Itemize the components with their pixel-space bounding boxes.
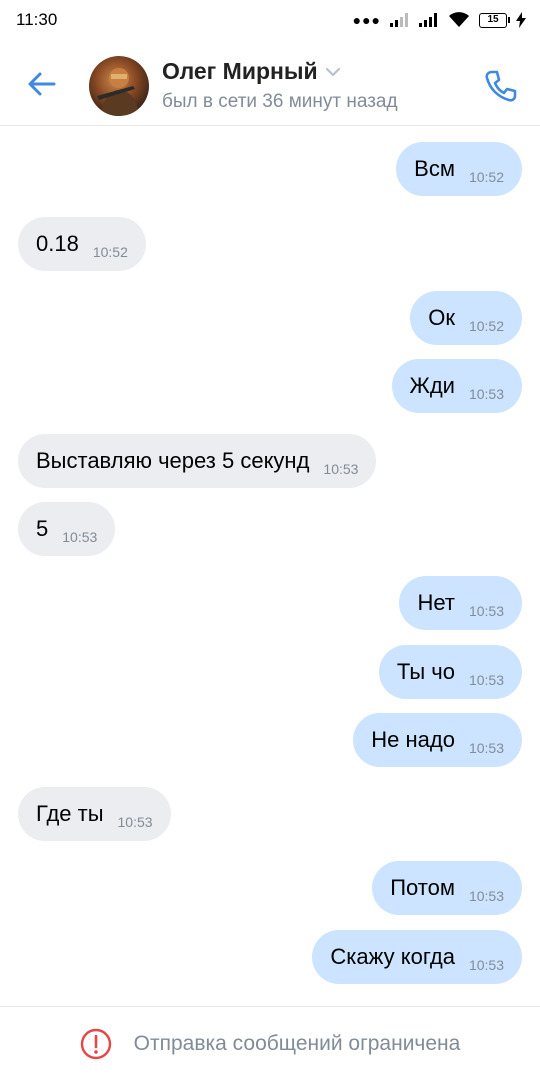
message-time: 10:53	[323, 461, 359, 477]
warning-icon	[80, 1028, 111, 1059]
message-time: 10:53	[468, 888, 504, 904]
message-bubble-out[interactable]: Всм 10:52	[396, 142, 522, 196]
message-text: Выставляю через 5 секунд	[36, 448, 310, 473]
message-time: 10:53	[468, 603, 504, 619]
message-time: 10:53	[62, 529, 98, 545]
message-text: Ок	[428, 305, 455, 330]
chevron-down-icon[interactable]	[325, 67, 340, 77]
more-dots-icon: ●●●	[352, 12, 381, 28]
message-bubble-out[interactable]: Не надо 10:53	[353, 713, 522, 767]
message-time: 10:53	[117, 814, 153, 830]
message-feed[interactable]: Всм 10:52 0.18 10:52 Ок 10:52 Жди 10:53 …	[0, 126, 540, 1006]
status-time: 11:30	[16, 10, 58, 29]
signal-icon-1	[390, 13, 408, 27]
avatar[interactable]	[89, 56, 149, 116]
message-bubble-in[interactable]: 0.18 10:52	[18, 217, 146, 271]
back-arrow-icon[interactable]	[24, 66, 60, 102]
restriction-text: Отправка сообщений ограничена	[133, 1031, 461, 1055]
message-text: Нет	[417, 590, 455, 615]
contact-name-text: Олег Мирный	[162, 58, 318, 84]
contact-status: был в сети 36 минут назад	[162, 91, 398, 112]
message-bubble-in[interactable]: Выставляю через 5 секунд 10:53	[18, 434, 377, 488]
wifi-icon	[449, 12, 469, 27]
message-bubble-out[interactable]: Нет 10:53	[399, 576, 522, 630]
message-text: Всм	[414, 156, 455, 181]
signal-icon-2	[419, 13, 437, 27]
avatar-image	[97, 68, 139, 116]
battery-icon: 15	[479, 12, 510, 28]
message-text: 0.18	[36, 231, 79, 256]
message-time: 10:53	[468, 740, 504, 756]
phone-call-icon[interactable]	[480, 66, 520, 106]
status-icons: ●●● 15	[353, 12, 526, 28]
message-bubble-in[interactable]: Где ты 10:53	[18, 787, 171, 841]
status-bar: 11:30 ●●● 15	[0, 0, 540, 40]
message-text: Ты чо	[396, 659, 455, 684]
message-time: 10:53	[468, 672, 504, 688]
restriction-banner: Отправка сообщений ограничена	[0, 1006, 540, 1080]
message-bubble-out[interactable]: Ок 10:52	[410, 291, 522, 345]
message-bubble-out[interactable]: Ты чо 10:53	[378, 645, 522, 699]
contact-name[interactable]: Олег Мирный	[162, 58, 340, 85]
message-time: 10:53	[468, 386, 504, 402]
message-time: 10:52	[92, 244, 128, 260]
message-text: Не надо	[371, 727, 455, 752]
message-text: Где ты	[36, 801, 104, 826]
message-text: 5	[36, 516, 49, 541]
message-text: Потом	[390, 875, 455, 900]
charging-icon	[516, 12, 526, 28]
message-time: 10:52	[468, 169, 504, 185]
message-text: Жди	[409, 373, 455, 398]
message-time: 10:53	[468, 957, 504, 973]
chat-header: Олег Мирный был в сети 36 минут назад	[0, 44, 540, 126]
message-bubble-in[interactable]: 5 10:53	[18, 502, 116, 556]
message-bubble-out[interactable]: Скажу когда 10:53	[312, 930, 522, 984]
battery-level: 15	[487, 14, 499, 25]
message-text: Скажу когда	[330, 944, 455, 969]
message-bubble-out[interactable]: Жди 10:53	[391, 359, 522, 413]
message-time: 10:52	[468, 318, 504, 334]
message-bubble-out[interactable]: Потом 10:53	[372, 861, 522, 915]
